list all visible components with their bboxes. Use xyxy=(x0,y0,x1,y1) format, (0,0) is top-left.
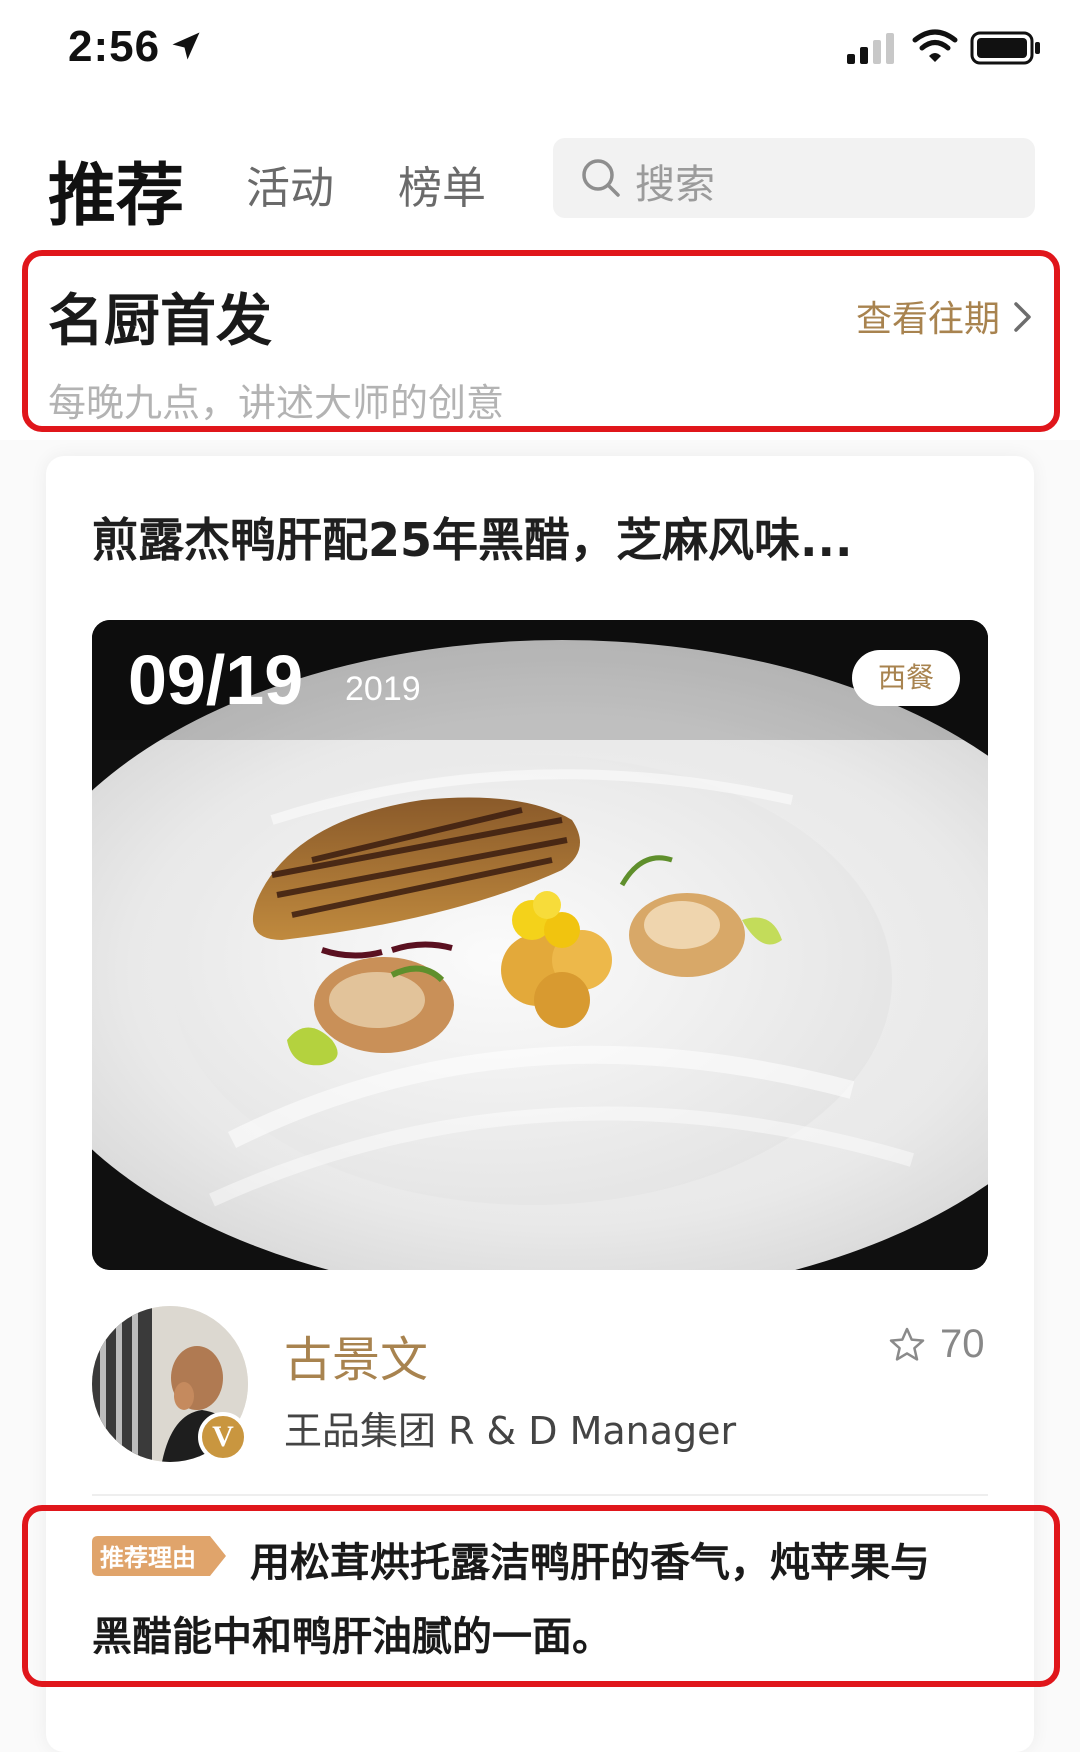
status-bar: 2:56 xyxy=(0,0,1080,100)
search-icon xyxy=(582,159,620,197)
chef-name[interactable]: 古景文 xyxy=(284,1320,428,1390)
status-time: 2:56 xyxy=(68,22,161,71)
location-arrow-icon xyxy=(172,32,200,60)
tab-ranking[interactable]: 榜单 xyxy=(398,152,486,216)
search-input[interactable]: 搜索 xyxy=(553,138,1035,218)
search-placeholder: 搜索 xyxy=(635,162,715,208)
annotation-box-reason xyxy=(22,1505,1060,1687)
battery-icon xyxy=(970,31,1040,65)
category-badge: 西餐 xyxy=(852,650,960,706)
signal-icon xyxy=(847,33,894,64)
annotation-box-header xyxy=(22,250,1060,432)
divider xyxy=(92,1494,988,1496)
tab-activity[interactable]: 活动 xyxy=(246,152,334,216)
verified-badge: V xyxy=(198,1412,248,1462)
screen: 2:56 推荐 活动 榜单 搜索 名厨首发 查看往期 每晚九点，讲述大师的创意 … xyxy=(0,0,1080,1752)
date-year: 2019 xyxy=(345,670,421,708)
favorite-count[interactable]: 70 xyxy=(940,1322,985,1367)
date-day: 09/19 xyxy=(128,641,304,719)
chef-title: 王品集团 R & D Manager xyxy=(284,1409,737,1453)
tab-recommend[interactable]: 推荐 xyxy=(48,140,184,239)
card-title[interactable]: 煎露杰鸭肝配25年黑醋，芝麻风味... xyxy=(92,504,972,570)
star-icon[interactable] xyxy=(888,1326,926,1364)
wifi-icon xyxy=(912,29,958,62)
